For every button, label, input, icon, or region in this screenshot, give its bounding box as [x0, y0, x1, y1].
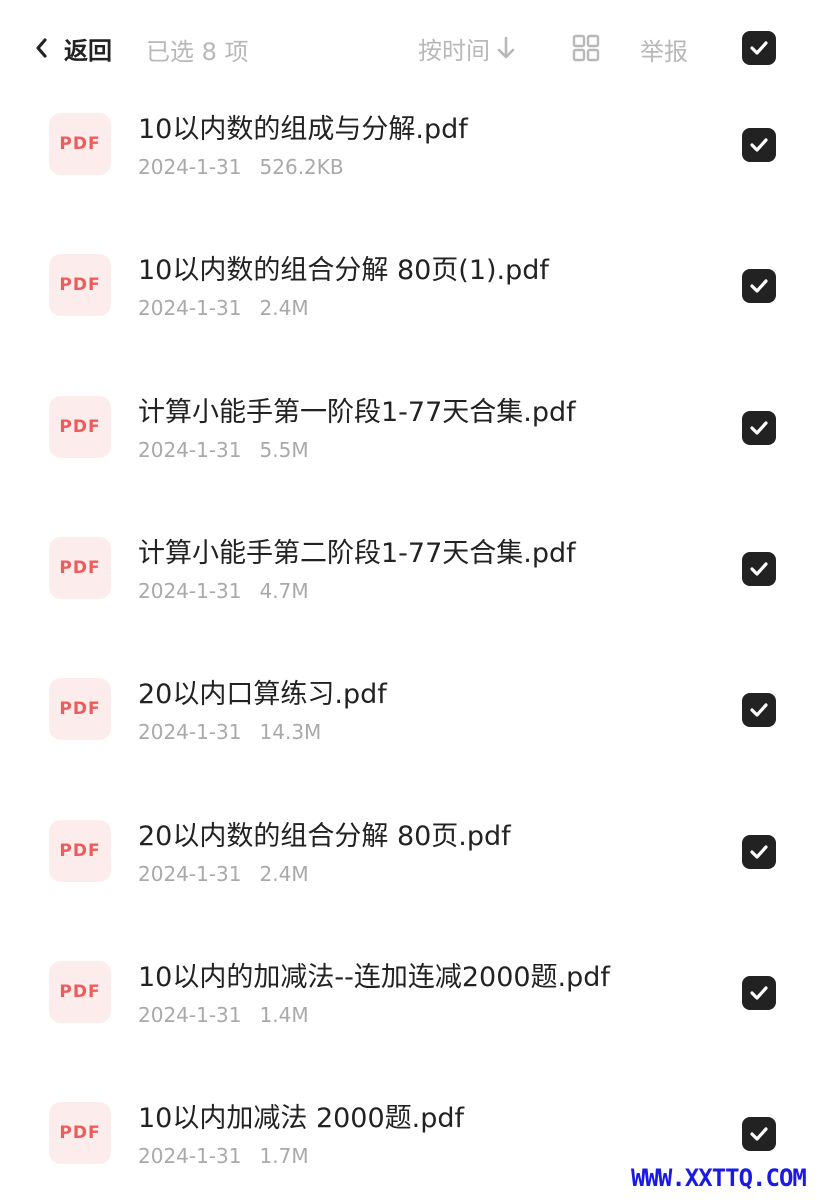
select-all-checkbox[interactable]	[742, 31, 776, 65]
file-size: 1.4M	[259, 1002, 309, 1027]
file-name: 10以内加减法 2000题.pdf	[138, 1103, 465, 1135]
selected-count: 已选 8 项	[146, 38, 249, 66]
file-row[interactable]: PDF 10以内的加减法--连加连减2000题.pdf 2024-1-31 1.4M	[0, 943, 829, 1084]
file-date: 2024-1-31	[138, 720, 242, 745]
file-row[interactable]: PDF 计算小能手第一阶段1-77天合集.pdf 2024-1-31 5.5M	[0, 378, 829, 519]
pdf-file-icon: PDF	[49, 1102, 111, 1165]
chevron-left-icon	[34, 30, 58, 66]
file-size: 5.5M	[259, 437, 309, 462]
file-size: 2.4M	[259, 861, 309, 886]
pdf-icon-label: PDF	[59, 275, 101, 296]
file-date: 2024-1-31	[138, 1002, 242, 1027]
check-icon	[750, 1127, 768, 1141]
file-checkbox[interactable]	[742, 975, 776, 1010]
check-icon	[750, 41, 768, 55]
file-size: 4.7M	[259, 578, 309, 603]
watermark: WWW.XXTTQ.COM	[631, 1164, 807, 1192]
arrow-down-icon	[496, 35, 516, 61]
file-name: 计算小能手第一阶段1-77天合集.pdf	[138, 396, 576, 428]
pdf-icon-label: PDF	[59, 840, 101, 861]
file-checkbox[interactable]	[742, 410, 776, 445]
file-checkbox[interactable]	[742, 834, 776, 869]
file-meta: 2024-1-31 1.4M	[138, 1003, 309, 1027]
file-name: 10以内数的组合分解 80页(1).pdf	[138, 255, 549, 287]
file-name: 20以内数的组合分解 80页.pdf	[138, 820, 511, 852]
pdf-file-icon: PDF	[49, 960, 111, 1023]
file-meta: 2024-1-31 1.7M	[138, 1144, 309, 1168]
file-meta: 2024-1-31 5.5M	[138, 438, 309, 462]
file-name: 10以内的加减法--连加连减2000题.pdf	[138, 961, 610, 993]
file-date: 2024-1-31	[138, 437, 242, 462]
file-name: 20以内口算练习.pdf	[138, 679, 387, 711]
file-checkbox[interactable]	[742, 551, 776, 586]
pdf-file-icon: PDF	[49, 113, 111, 175]
check-icon	[750, 844, 768, 859]
file-row[interactable]: PDF 10以内数的组合分解 80页(1).pdf 2024-1-31 2.4M	[0, 236, 829, 377]
file-date: 2024-1-31	[138, 155, 242, 179]
file-size: 1.7M	[259, 1144, 309, 1169]
file-checkbox[interactable]	[742, 693, 776, 728]
file-name: 计算小能手第二阶段1-77天合集.pdf	[138, 537, 576, 569]
file-size: 2.4M	[259, 296, 309, 321]
file-row[interactable]: PDF 计算小能手第二阶段1-77天合集.pdf 2024-1-31 4.7M	[0, 519, 829, 660]
sort-by-time-button[interactable]: 按时间	[418, 32, 516, 65]
report-button[interactable]: 举报	[640, 32, 688, 67]
pdf-file-icon: PDF	[49, 254, 111, 317]
pdf-icon-label: PDF	[59, 981, 101, 1002]
pdf-icon-label: PDF	[59, 134, 101, 154]
pdf-file-icon: PDF	[49, 819, 111, 882]
sort-label: 按时间	[418, 36, 490, 65]
file-date: 2024-1-31	[138, 578, 242, 603]
check-icon	[750, 562, 768, 576]
pdf-icon-label: PDF	[59, 1123, 101, 1144]
back-button[interactable]: 返回	[34, 30, 112, 66]
top-bar: 返回 已选 8 项 按时间 举报	[0, 0, 829, 95]
file-checkbox[interactable]	[742, 1117, 776, 1152]
file-meta: 2024-1-31 526.2KB	[138, 155, 344, 179]
file-size: 526.2KB	[259, 155, 344, 179]
grid-view-icon[interactable]	[572, 34, 600, 62]
check-icon	[750, 279, 768, 293]
file-date: 2024-1-31	[138, 296, 242, 321]
file-row[interactable]: PDF 20以内数的组合分解 80页.pdf 2024-1-31 2.4M	[0, 802, 829, 943]
file-meta: 2024-1-31 2.4M	[138, 296, 309, 320]
check-icon	[750, 138, 768, 152]
file-row[interactable]: PDF 10以内数的组成与分解.pdf 2024-1-31 526.2KB	[0, 95, 829, 236]
file-checkbox[interactable]	[742, 269, 776, 304]
file-date: 2024-1-31	[138, 861, 242, 886]
file-meta: 2024-1-31 2.4M	[138, 862, 309, 886]
pdf-file-icon: PDF	[49, 678, 111, 741]
file-date: 2024-1-31	[138, 1144, 242, 1169]
pdf-icon-label: PDF	[59, 416, 101, 437]
file-meta: 2024-1-31 4.7M	[138, 579, 309, 603]
file-meta: 2024-1-31 14.3M	[138, 720, 321, 744]
file-size: 14.3M	[259, 720, 322, 745]
pdf-file-icon: PDF	[49, 536, 111, 599]
pdf-file-icon: PDF	[49, 395, 111, 458]
file-checkbox[interactable]	[742, 128, 776, 162]
check-icon	[750, 703, 768, 717]
back-label: 返回	[64, 36, 112, 65]
check-icon	[750, 986, 768, 1000]
pdf-icon-label: PDF	[59, 699, 101, 720]
check-icon	[750, 420, 768, 435]
file-name: 10以内数的组成与分解.pdf	[138, 114, 468, 145]
pdf-icon-label: PDF	[59, 557, 101, 578]
file-row[interactable]: PDF 20以内口算练习.pdf 2024-1-31 14.3M	[0, 660, 829, 801]
file-selection-screen: 返回 已选 8 项 按时间 举报 PDF 10以内数的组成与分解.pdf 2024-…	[0, 0, 829, 1200]
